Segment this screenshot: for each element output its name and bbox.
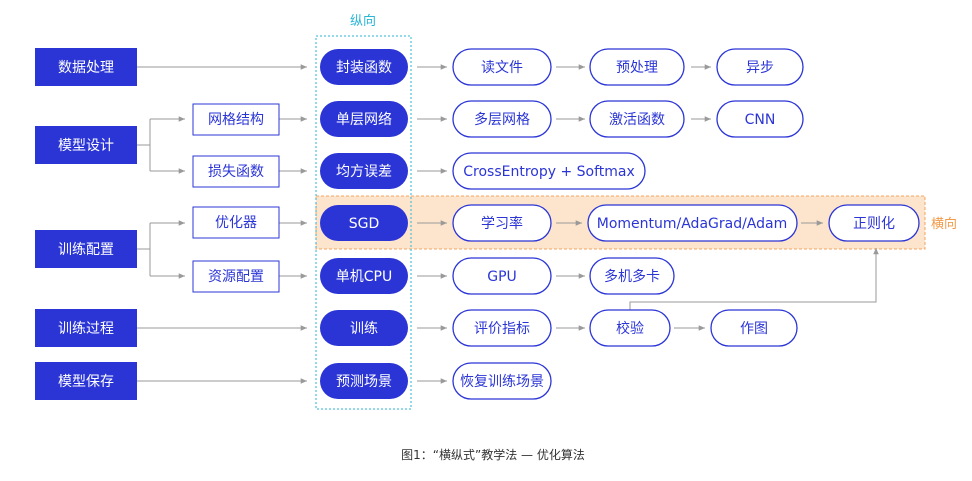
step-momentum-label: Momentum/AdaGrad/Adam: [597, 216, 788, 232]
step-multi-gpu: 多机多卡: [589, 257, 675, 295]
sub-optimizer: 优化器: [192, 206, 280, 239]
stage-model-label: 模型设计: [58, 138, 114, 154]
core-predict-label: 预测场景: [336, 374, 392, 390]
step-preprocess-label: 预处理: [616, 60, 658, 76]
sub-resource: 资源配置: [192, 260, 280, 293]
stage-data-label: 数据处理: [58, 60, 114, 76]
step-plot-label: 作图: [740, 321, 768, 337]
sub-loss: 损失函数: [192, 155, 280, 188]
core-predict: 预测场景: [320, 363, 408, 399]
step-gpu-label: GPU: [487, 269, 517, 285]
sub-loss-label: 损失函数: [208, 164, 264, 180]
core-single-layer-label: 单层网络: [336, 112, 392, 128]
stage-save-label: 模型保存: [58, 374, 114, 390]
stage-train-config: 训练配置: [35, 230, 137, 268]
stage-data: 数据处理: [35, 48, 137, 86]
core-train: 训练: [320, 310, 408, 346]
step-regularization: 正则化: [828, 204, 920, 242]
step-multi-gpu-label: 多机多卡: [604, 268, 660, 285]
step-learning-rate-label: 学习率: [481, 215, 523, 232]
core-single-layer: 单层网络: [320, 101, 408, 137]
core-train-label: 训练: [350, 321, 378, 337]
step-regularization-label: 正则化: [853, 216, 895, 232]
step-crossentropy: CrossEntropy + Softmax: [452, 152, 646, 190]
core-sgd: SGD: [320, 205, 408, 241]
step-eval-metric-label: 评价指标: [474, 321, 530, 337]
step-momentum: Momentum/AdaGrad/Adam: [587, 204, 798, 242]
step-gpu: GPU: [452, 257, 552, 295]
sub-optimizer-label: 优化器: [215, 215, 257, 231]
stage-model: 模型设计: [35, 126, 137, 164]
stage-train-config-label: 训练配置: [58, 242, 114, 258]
vertical-label: 纵向: [350, 13, 376, 29]
core-mse-label: 均方误差: [336, 164, 392, 180]
step-validate: 校验: [589, 309, 671, 347]
step-read-file-label: 读文件: [481, 59, 523, 76]
step-activation: 激活函数: [589, 100, 685, 138]
core-cpu: 单机CPU: [320, 258, 408, 294]
step-learning-rate: 学习率: [452, 204, 552, 242]
sub-network-label: 网格结构: [208, 112, 264, 128]
stage-train-process: 训练过程: [35, 309, 137, 347]
step-cnn: CNN: [716, 100, 804, 138]
core-cpu-label: 单机CPU: [336, 269, 392, 285]
horizontal-label: 横向: [931, 216, 957, 232]
flow-diagram: 纵向 横向 数据处理 模型设计 训练配置 训练过程 模型保存 网格结构 损失函数…: [35, 13, 957, 462]
sub-resource-label: 资源配置: [208, 269, 264, 285]
step-read-file: 读文件: [452, 48, 552, 86]
step-preprocess: 预处理: [589, 48, 685, 86]
figure-caption: 图1：“横纵式”教学法 — 优化算法: [401, 447, 585, 462]
step-crossentropy-label: CrossEntropy + Softmax: [463, 164, 635, 180]
step-restore-scene-label: 恢复训练场景: [460, 373, 544, 390]
step-validate-label: 校验: [616, 320, 644, 337]
step-multilayer-label: 多层网格: [474, 111, 530, 128]
core-wrap: 封装函数: [320, 49, 408, 85]
core-wrap-label: 封装函数: [336, 60, 392, 76]
step-eval-metric: 评价指标: [452, 309, 552, 347]
core-mse: 均方误差: [320, 153, 408, 189]
step-multilayer: 多层网格: [452, 100, 552, 138]
step-activation-label: 激活函数: [609, 111, 665, 128]
step-async-label: 异步: [746, 60, 774, 76]
step-restore-scene: 恢复训练场景: [452, 362, 552, 400]
stage-train-process-label: 训练过程: [58, 321, 114, 337]
core-sgd-label: SGD: [349, 216, 380, 232]
sub-network: 网格结构: [192, 103, 280, 136]
step-plot: 作图: [710, 309, 798, 347]
stage-save: 模型保存: [35, 362, 137, 400]
step-async: 异步: [716, 48, 804, 86]
step-cnn-label: CNN: [745, 112, 776, 128]
